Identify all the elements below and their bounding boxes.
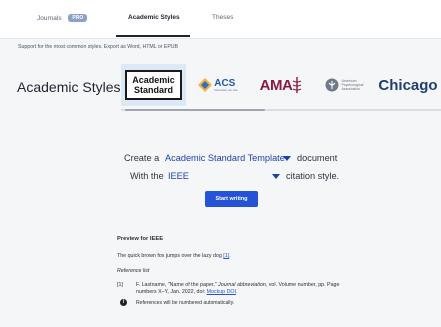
acs-diamond-icon <box>198 78 213 92</box>
acs-logo: ACS Chemistry for Life <box>214 77 238 92</box>
apa-line3: Association <box>341 87 360 91</box>
style-academic-standard[interactable]: Academic Standard <box>121 64 186 106</box>
academic-standard-line1: Academic <box>132 75 175 85</box>
citation-chevron-down-icon <box>272 174 280 179</box>
page: Journals PRO Academic Styles Theses Supp… <box>0 0 441 327</box>
apa-emblem-icon <box>325 78 338 92</box>
with-the-label: With the <box>130 171 164 181</box>
carousel-scrollbar[interactable] <box>125 109 265 111</box>
pro-badge: PRO <box>68 14 88 22</box>
document-label: document <box>297 153 338 163</box>
ama-caduceus-icon <box>293 77 302 93</box>
chicago-label: Chicago <box>378 76 438 94</box>
style-chicago[interactable]: Chicago <box>375 64 441 106</box>
style-apa[interactable]: American Psychological Association <box>317 64 371 106</box>
tab-theses-label: Theses <box>212 14 234 21</box>
preview-sentence-text: The quick brown fox jumps over the lazy … <box>117 253 224 259</box>
reference-author-title: F. Lastname, "Name of the paper," <box>136 282 219 288</box>
template-dropdown[interactable]: Academic Standard Template <box>165 153 285 163</box>
style-logo-carousel: Academic Standard ACS Chemistry for Life… <box>121 64 441 107</box>
numbering-note: References will be numbered automaticall… <box>136 300 235 306</box>
start-writing-label: Start writing <box>215 196 248 202</box>
citation-style-dropdown[interactable]: IEEE <box>168 171 283 181</box>
tab-bar: Journals PRO Academic Styles Theses <box>0 0 441 39</box>
reference-end: . <box>236 289 238 295</box>
citation-style-value: IEEE <box>168 171 189 181</box>
tab-theses[interactable]: Theses <box>212 14 233 21</box>
info-icon: i <box>120 299 127 306</box>
template-chevron-down-icon <box>283 156 291 161</box>
reference-number: [1] <box>117 282 123 288</box>
active-tab-indicator <box>116 35 190 37</box>
preview-sentence-end: . <box>229 253 231 259</box>
reference-entry: F. Lastname, "Name of the paper," Journa… <box>136 282 346 296</box>
apa-logo: American Psychological Association <box>342 79 364 91</box>
academic-standard-line2: Standard <box>133 85 173 95</box>
page-subtitle: Support for the most common styles. Expo… <box>18 44 179 50</box>
reference-doi-link[interactable]: Mockup DOI <box>207 289 236 295</box>
reference-list-heading: Reference list <box>117 268 150 274</box>
preview-sentence: The quick brown fox jumps over the lazy … <box>117 253 231 259</box>
ama-label: AMA <box>259 76 293 94</box>
acs-label: ACS <box>214 77 236 89</box>
section-title: Academic Styles <box>17 79 121 95</box>
preview-title: Preview for IEEE <box>117 236 164 242</box>
tab-academic-styles[interactable]: Academic Styles <box>128 14 180 21</box>
start-writing-button[interactable]: Start writing <box>205 191 258 207</box>
academic-standard-logo: Academic Standard <box>125 70 182 100</box>
citation-style-label: citation style. <box>286 171 340 181</box>
reference-journal: Journal abbreviation <box>218 282 266 288</box>
style-acs[interactable]: ACS Chemistry for Life <box>193 64 243 106</box>
tab-journals-label: Journals <box>37 15 62 22</box>
template-dropdown-value: Academic Standard Template <box>165 153 285 163</box>
style-ama[interactable]: AMA <box>253 64 309 106</box>
tab-journals[interactable]: Journals PRO <box>37 14 88 22</box>
tab-academic-styles-label: Academic Styles <box>128 14 180 21</box>
acs-tagline: Chemistry for Life <box>214 87 238 92</box>
create-a-label: Create a <box>124 153 160 163</box>
